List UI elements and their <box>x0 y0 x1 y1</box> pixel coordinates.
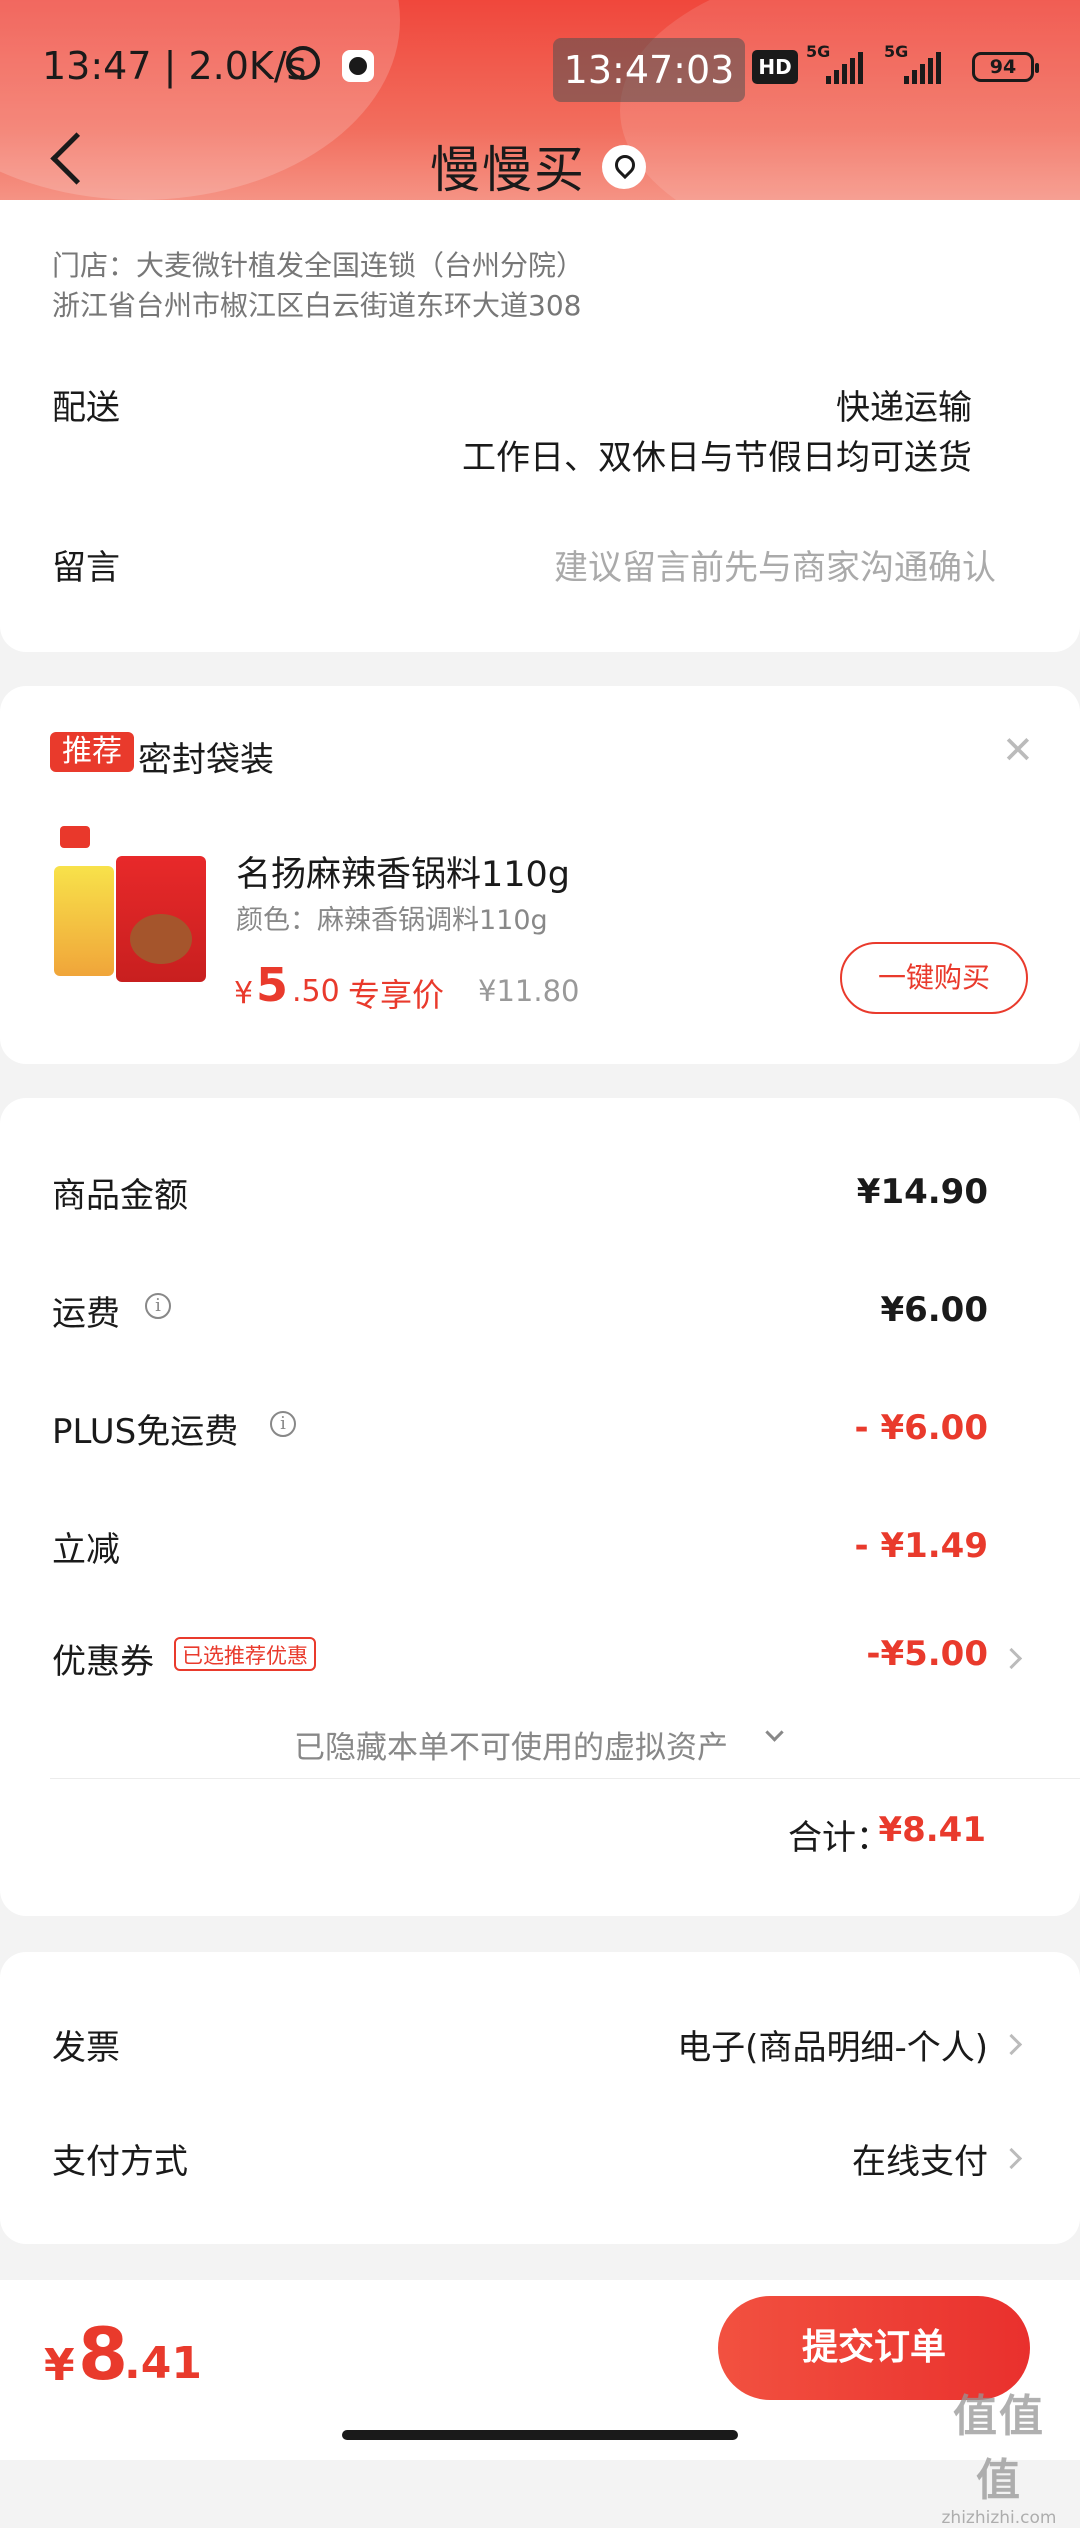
store-name: 门店：大麦微针植发全国连锁（台州分院） <box>52 249 585 282</box>
total-value: ¥8.41 <box>878 1810 986 1850</box>
location-icon[interactable] <box>602 145 646 189</box>
product-pack-red <box>116 856 206 982</box>
invoice-label[interactable]: 发票 <box>52 2020 120 2069</box>
recommend-tag: 推荐 <box>50 732 134 772</box>
battery-icon: 94 <box>972 52 1039 82</box>
product-spec: 颜色：麻辣香锅调料110g <box>236 905 548 936</box>
hd-icon: HD <box>752 50 798 84</box>
signal-icon <box>826 52 863 84</box>
brand-logo <box>60 826 90 848</box>
invoice-value[interactable]: 电子(商品明细-个人) <box>677 2020 988 2069</box>
delivery-label: 配送 <box>52 388 120 428</box>
price-symbol: ¥ <box>234 976 254 1011</box>
divider <box>50 1778 1080 1779</box>
goods-amount-value: ¥14.90 <box>856 1172 988 1212</box>
plus-free-shipping-label: PLUS免运费 <box>52 1412 239 1452</box>
product-pack-yellow <box>54 866 114 976</box>
coupon-label[interactable]: 优惠券 <box>52 1634 154 1683</box>
shipping-label: 运费 <box>52 1294 120 1334</box>
signal-icon <box>904 52 941 84</box>
close-icon[interactable]: ✕ <box>1002 730 1034 770</box>
watermark: 值值值 zhizhizhi.com <box>934 2380 1064 2528</box>
product-image[interactable] <box>54 826 206 982</box>
delivery-note: 工作日、双休日与节假日均可送货 <box>462 438 972 478</box>
coupon-value[interactable]: -¥5.00 <box>866 1634 988 1674</box>
hidden-assets-note[interactable]: 已隐藏本单不可使用的虚拟资产 <box>294 1722 728 1767</box>
shipping-value: ¥6.00 <box>880 1290 988 1330</box>
watermark-logo: 值值值 <box>953 2391 1045 2506</box>
message-label: 留言 <box>52 548 120 588</box>
invoice-payment-card <box>0 1952 1080 2244</box>
status-time: 13:47 | 2.0K/s <box>42 44 307 88</box>
status-clock: 13:47:03 <box>553 38 745 102</box>
app-notification-icon <box>342 50 374 82</box>
one-click-buy-button[interactable]: 一键购买 <box>840 942 1028 1014</box>
goods-amount-label: 商品金额 <box>52 1176 188 1216</box>
recommend-title: 密封袋装 <box>138 740 274 780</box>
header-glow <box>0 0 400 200</box>
alarm-icon <box>286 46 320 80</box>
price-summary-card <box>0 1098 1080 1916</box>
instant-discount-label: 立减 <box>52 1530 120 1570</box>
delivery-method[interactable]: 快递运输 <box>836 380 972 429</box>
payment-value[interactable]: 在线支付 <box>852 2134 988 2183</box>
coupon-badge: 已选推荐优惠 <box>174 1637 316 1671</box>
watermark-url: zhizhizhi.com <box>941 2508 1057 2528</box>
info-icon[interactable]: i <box>270 1411 296 1437</box>
store-address: 浙江省台州市椒江区白云街道东环大道308 <box>52 289 582 322</box>
product-name[interactable]: 名扬麻辣香锅料110g <box>236 846 570 897</box>
payment-label[interactable]: 支付方式 <box>52 2134 188 2183</box>
info-icon[interactable]: i <box>145 1293 171 1319</box>
price-integer: 5 <box>256 958 289 1012</box>
original-price: ¥11.80 <box>478 974 580 1008</box>
instant-discount-value: - ¥1.49 <box>854 1526 989 1566</box>
home-indicator[interactable] <box>342 2430 738 2440</box>
bottom-price-symbol: ¥ <box>44 2340 75 2391</box>
exclusive-price-label: 专享价 <box>348 976 445 1014</box>
total-label: 合计： <box>788 1818 890 1858</box>
plus-free-shipping-value: - ¥6.00 <box>854 1408 989 1448</box>
page-title: 慢慢买 <box>430 141 586 199</box>
bottom-price-integer: 8 <box>78 2312 129 2396</box>
price-decimal: .50 <box>292 974 340 1009</box>
message-input[interactable]: 建议留言前先与商家沟通确认 <box>554 540 996 589</box>
bottom-price-decimal: .41 <box>124 2338 202 2389</box>
